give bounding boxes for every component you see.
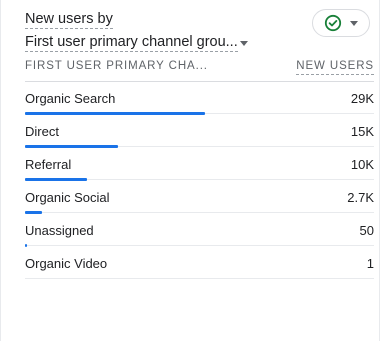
- row-new-users-value: 1: [366, 256, 374, 271]
- table-row[interactable]: Organic Video 1: [25, 247, 374, 280]
- row-channel-label: Referral: [25, 157, 72, 172]
- card-title-metric[interactable]: New users by: [25, 10, 113, 29]
- row-new-users-value: 10K: [350, 157, 374, 172]
- card-status-menu-button[interactable]: [312, 9, 370, 37]
- row-channel-label: Unassigned: [25, 223, 94, 238]
- table-body: Organic Search 29K Direct 15K Referral 10K Org…: [25, 82, 374, 280]
- row-channel-label: Organic Search: [25, 91, 116, 106]
- row-channel-label: Organic Social: [25, 190, 110, 205]
- card-header: New users by First user primary channel …: [25, 10, 295, 52]
- dimension-selector[interactable]: First user primary channel grou...: [25, 33, 295, 52]
- status-dropdown-caret-icon: [350, 20, 358, 26]
- column-header-new-users[interactable]: NEW USERS: [296, 59, 374, 75]
- row-bar-track: [25, 212, 374, 213]
- table-row[interactable]: Referral 10K: [25, 148, 374, 181]
- check-circle-icon: [324, 14, 342, 32]
- table-header: FIRST USER PRIMARY CHA... NEW USERS: [25, 59, 374, 75]
- row-new-users-value: 29K: [350, 91, 374, 106]
- table-row[interactable]: Unassigned 50: [25, 214, 374, 247]
- row-new-users-value: 50: [359, 223, 374, 238]
- table-row[interactable]: Organic Social 2.7K: [25, 181, 374, 214]
- row-bar-track: [25, 278, 374, 279]
- new-users-card: New users by First user primary channel …: [0, 0, 380, 341]
- dimension-dropdown-caret-icon[interactable]: [239, 41, 248, 46]
- row-channel-label: Organic Video: [25, 256, 108, 271]
- table-row[interactable]: Direct 15K: [25, 115, 374, 148]
- row-new-users-value: 2.7K: [347, 190, 374, 205]
- table-row[interactable]: Organic Search 29K: [25, 82, 374, 115]
- row-bar-track: [25, 245, 374, 246]
- row-new-users-value: 15K: [350, 124, 374, 139]
- card-title-dimension[interactable]: First user primary channel grou...: [25, 33, 238, 52]
- column-header-dimension[interactable]: FIRST USER PRIMARY CHA...: [25, 59, 208, 74]
- row-channel-label: Direct: [25, 124, 59, 139]
